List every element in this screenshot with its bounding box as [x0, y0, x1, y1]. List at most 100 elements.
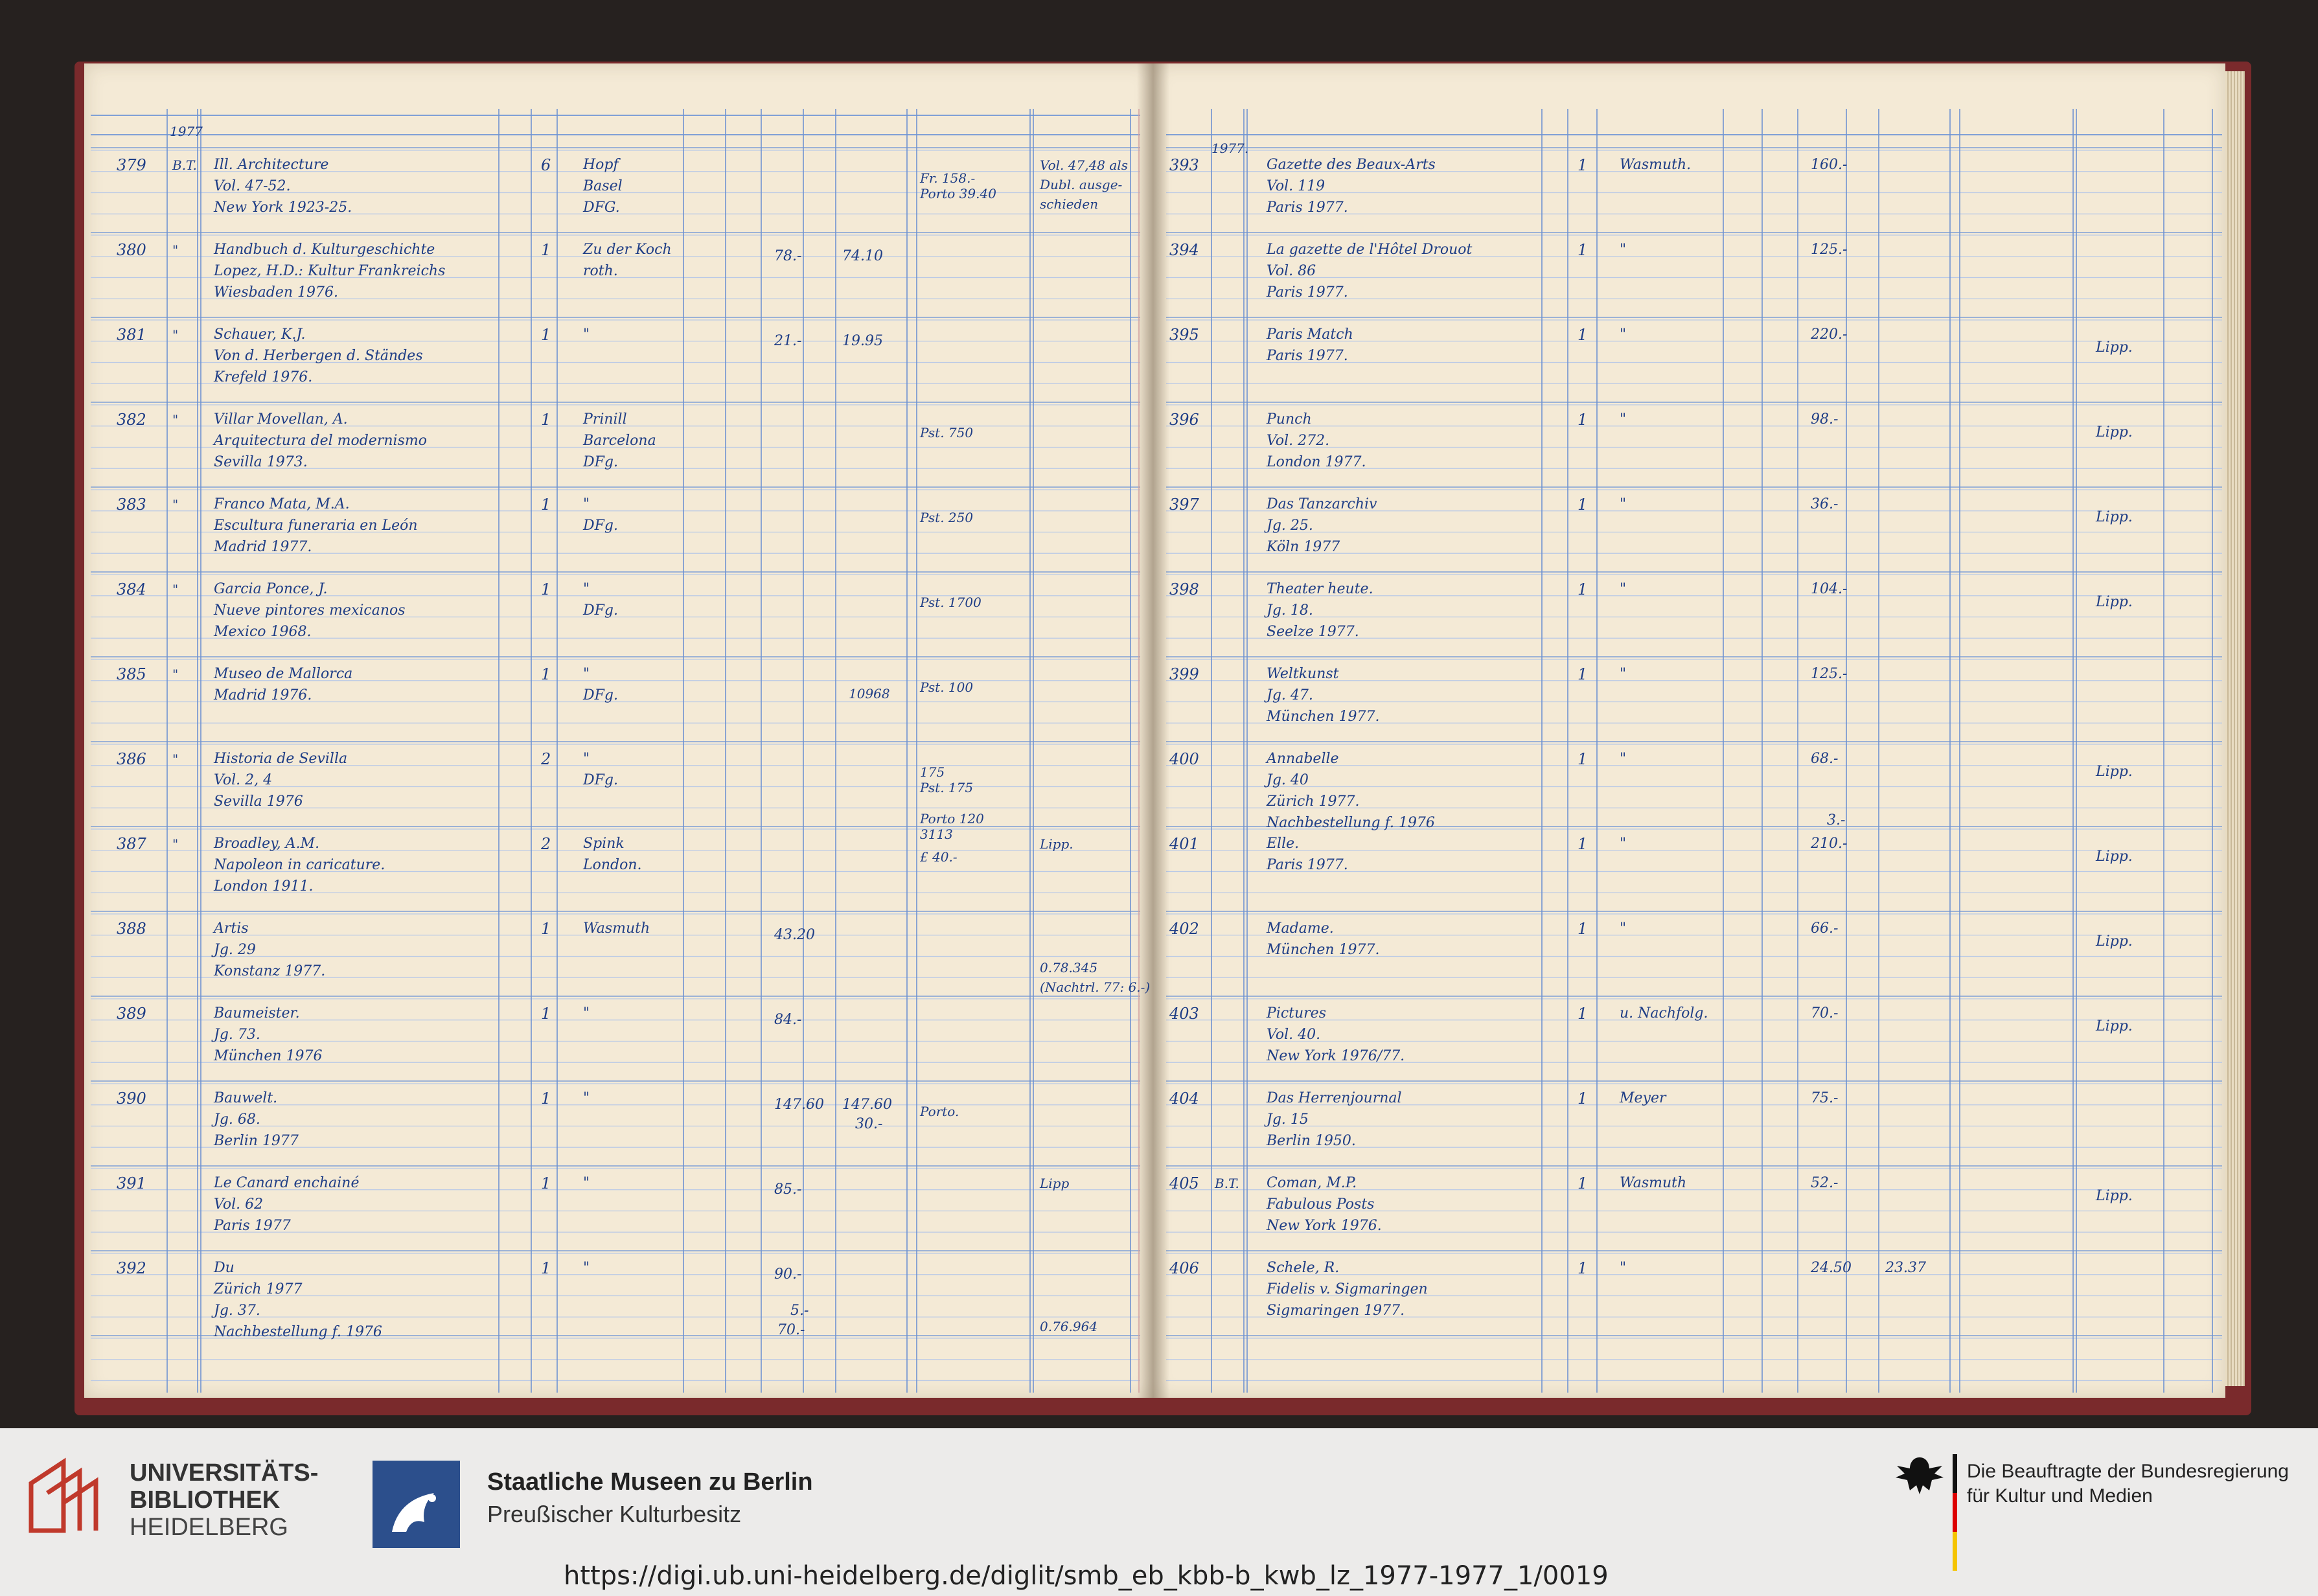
entry-remark-line: Lipp.: [1040, 836, 1073, 852]
entry-price: 68.-: [1811, 751, 1839, 767]
entry-quantity: 1: [1578, 835, 1588, 853]
entry-title-line: Jg. 73.: [214, 1027, 260, 1043]
entry-title-line: Schele, R.: [1267, 1260, 1340, 1276]
entry-title-line: Sevilla 1976: [214, 793, 303, 810]
entry-title-line: Theater heute.: [1267, 581, 1373, 597]
smb-logo-line2: Preußischer Kulturbesitz: [487, 1501, 742, 1527]
entry-remark-line: schieden: [1040, 196, 1099, 212]
entry-title-line: Gazette des Beaux-Arts: [1267, 157, 1436, 173]
entry-code: B.T.: [172, 157, 197, 173]
entry-quantity: 1: [541, 580, 551, 598]
entry-dealer-line: Prinill: [583, 411, 627, 428]
entry-code: ": [172, 836, 179, 852]
entry-number: 401: [1169, 835, 1199, 853]
entry-code: ": [172, 751, 179, 767]
entry-dealer-line: Wasmuth: [1620, 1175, 1687, 1191]
entry-dealer-line: roth.: [583, 263, 618, 279]
entry-dealer-line: ": [1620, 1260, 1627, 1276]
entry-sum: 10968: [849, 686, 890, 701]
entry-price: 52.-: [1811, 1175, 1839, 1191]
entry-title-line: Paris 1977.: [1267, 857, 1348, 873]
flag-gold-bar: [1953, 1532, 1957, 1571]
entry-number: 388: [117, 920, 146, 938]
entry-number: 390: [117, 1089, 146, 1108]
entry-title-line: München 1976: [214, 1048, 323, 1064]
entry-quantity: 1: [1578, 241, 1588, 259]
entry-number: 384: [117, 580, 146, 598]
entry-number: 382: [117, 411, 146, 429]
entry-number: 393: [1169, 156, 1199, 174]
entry-dealer-line: ": [583, 1090, 590, 1106]
entry-title-line: Vol. 62: [214, 1196, 264, 1213]
bkm-logo-line1: Die Beauftragte der Bundesregierung: [1967, 1461, 2289, 1482]
entry-number: 396: [1169, 411, 1199, 429]
entry-title-line: Schauer, K.J.: [214, 326, 306, 343]
entry-dealer-line: Barcelona: [583, 433, 656, 449]
entry-note-line: Porto.: [920, 1104, 959, 1119]
entry-title-line: Jg. 40: [1267, 772, 1309, 788]
entry-number: 403: [1169, 1005, 1199, 1023]
entry-remark: Lipp.: [2096, 509, 2133, 525]
entry-title-line: Vol. 86: [1267, 263, 1316, 279]
entry-dealer-line: ": [583, 496, 590, 512]
entry-title-line: Broadley, A.M.: [214, 836, 320, 852]
entry-quantity: 2: [541, 835, 551, 853]
entry-title-line: Fidelis v. Sigmaringen: [1267, 1281, 1428, 1297]
entry-title-line: Zürich 1977.: [1267, 793, 1360, 810]
entry-dealer-line: ": [1620, 326, 1627, 343]
entry-note-line: Pst. 100: [920, 679, 974, 695]
entry-title-line: Mexico 1968.: [214, 624, 312, 640]
entry-title-line: Jg. 15: [1267, 1112, 1309, 1128]
entry-number: 383: [117, 496, 146, 514]
entry-dealer-line: Wasmuth.: [1620, 157, 1692, 173]
entry-title-line: Jg. 18.: [1267, 602, 1313, 619]
entry-dealer-line: ": [1620, 920, 1627, 937]
entry-quantity: 2: [541, 750, 551, 768]
entry-title-line: Das Herrenjournal: [1267, 1090, 1402, 1106]
entry-title-line: Krefeld 1976.: [214, 369, 313, 385]
entry-quantity: 1: [1578, 750, 1588, 768]
ub-logo-line1: UNIVERSITÄTS-: [130, 1459, 319, 1487]
entry-quantity: 1: [1578, 1174, 1588, 1192]
entry-price: 125.-: [1811, 242, 1848, 258]
federal-eagle-icon: [1896, 1457, 1944, 1494]
entry-title-line: Madrid 1976.: [214, 687, 312, 703]
entry-title-line: Pictures: [1267, 1005, 1326, 1021]
scanned-ledger-image: 379 B.T. Ill. Architecture Vol. 47-52. New Y…: [0, 0, 2318, 1428]
entry-number: 387: [117, 835, 146, 853]
permalink-url[interactable]: https://digi.ub.uni-heidelberg.de/diglit…: [564, 1561, 1609, 1591]
entry-remark: Lipp.: [2096, 594, 2133, 610]
entry-price: 90.-: [774, 1266, 802, 1282]
entry-quantity: 1: [541, 920, 551, 938]
entry-title-line: Jg. 29: [214, 942, 256, 958]
entry-dealer-line: ": [1620, 496, 1627, 512]
entry-number: 380: [117, 241, 146, 259]
entry-remark-line: Vol. 47,48 als: [1040, 157, 1128, 173]
entry-dealer-line: DFg.: [583, 602, 618, 619]
entry-price: 84.-: [774, 1012, 802, 1028]
entry-number: 397: [1169, 496, 1199, 514]
entry-note-line: Pst. 175: [920, 780, 974, 795]
entry-title-line: Historia de Sevilla: [214, 751, 348, 767]
entry-title-line: Zürich 1977: [214, 1281, 303, 1297]
entry-number: 391: [117, 1174, 146, 1192]
entry-title-line: Jg. 47.: [1267, 687, 1313, 703]
entry-remark-line: 0.78.345: [1040, 960, 1098, 975]
entry-title-line: New York 1976.: [1267, 1218, 1382, 1234]
entry-quantity: 1: [1578, 1259, 1588, 1277]
entry-note-line: £ 40.-: [920, 849, 958, 865]
entry-title-line: Bauwelt.: [214, 1090, 278, 1106]
entry-quantity: 1: [1578, 496, 1588, 514]
entry-number: 386: [117, 750, 146, 768]
entry-code: ": [172, 242, 179, 258]
entry-remark-line: 0.76.964: [1040, 1319, 1098, 1334]
entry-price-extra: 5.-: [790, 1303, 809, 1319]
entry-title-line: Vol. 47-52.: [214, 178, 291, 194]
entry-remark-line: Dubl. ausge-: [1040, 177, 1123, 192]
entry-number: 398: [1169, 580, 1199, 598]
entry-price: 66.-: [1811, 920, 1839, 937]
entry-code: B.T.: [1215, 1176, 1239, 1191]
entry-price: 21.-: [774, 333, 802, 349]
entry-title-line: New York 1923-25.: [214, 200, 352, 216]
entry-number: 395: [1169, 326, 1199, 344]
